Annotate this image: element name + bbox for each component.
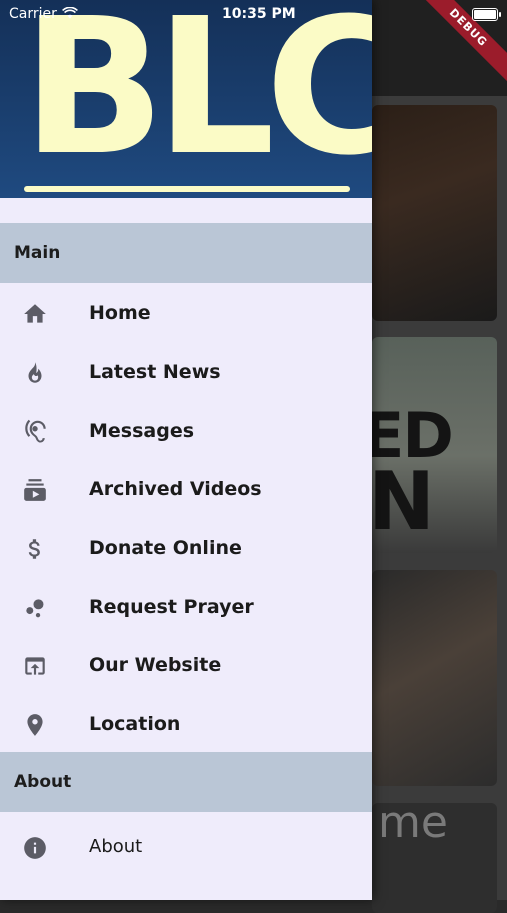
video-card[interactable]: me [372, 803, 497, 913]
drawer-item-location[interactable]: Location [0, 695, 372, 753]
hearing-icon [22, 419, 48, 445]
navigation-drawer: BLC Main Home Latest News Messages Archi… [0, 0, 372, 900]
video-card[interactable] [372, 105, 497, 321]
drawer-item-about[interactable]: About [0, 818, 372, 876]
battery-icon [472, 8, 501, 21]
drawer-item-latest-news[interactable]: Latest News [0, 343, 372, 401]
drawer-item-label: Location [89, 713, 181, 735]
drawer-item-home[interactable]: Home [0, 284, 372, 342]
fire-icon [22, 360, 48, 386]
drawer-item-archived-videos[interactable]: Archived Videos [0, 460, 372, 518]
wifi-icon [62, 7, 78, 19]
drawer-item-label: Our Website [89, 654, 222, 676]
open-in-browser-icon [22, 653, 48, 679]
drawer-item-our-website[interactable]: Our Website [0, 636, 372, 694]
subscriptions-icon [22, 477, 48, 503]
drawer-item-request-prayer[interactable]: Request Prayer [0, 578, 372, 636]
home-icon [22, 301, 48, 327]
drawer-item-label: Latest News [89, 361, 221, 383]
section-title: Main [14, 243, 61, 263]
bubbles-icon [22, 595, 48, 621]
location-pin-icon [22, 712, 48, 738]
card-title-text: N [372, 455, 435, 548]
drawer-item-label: Donate Online [89, 537, 242, 559]
dollar-icon [22, 536, 48, 562]
drawer-item-label: Home [89, 302, 151, 324]
info-icon [22, 835, 48, 861]
clock: 10:35 PM [222, 6, 296, 22]
card-title-text: me [378, 803, 448, 848]
drawer-item-label: About [89, 836, 143, 857]
video-card[interactable] [372, 570, 497, 786]
status-bar: Carrier 10:35 PM [0, 0, 372, 30]
drawer-item-messages[interactable]: Messages [0, 402, 372, 460]
drawer-item-label: Request Prayer [89, 596, 254, 618]
drawer-item-donate-online[interactable]: Donate Online [0, 519, 372, 577]
section-header-main: Main [0, 223, 372, 283]
section-title: About [14, 772, 72, 792]
drawer-item-label: Messages [89, 420, 195, 442]
drawer-item-label: Archived Videos [89, 478, 262, 500]
section-header-about: About [0, 752, 372, 812]
carrier-label: Carrier [9, 6, 57, 22]
logo-underline [24, 186, 350, 192]
video-card[interactable]: ED N [372, 337, 497, 553]
